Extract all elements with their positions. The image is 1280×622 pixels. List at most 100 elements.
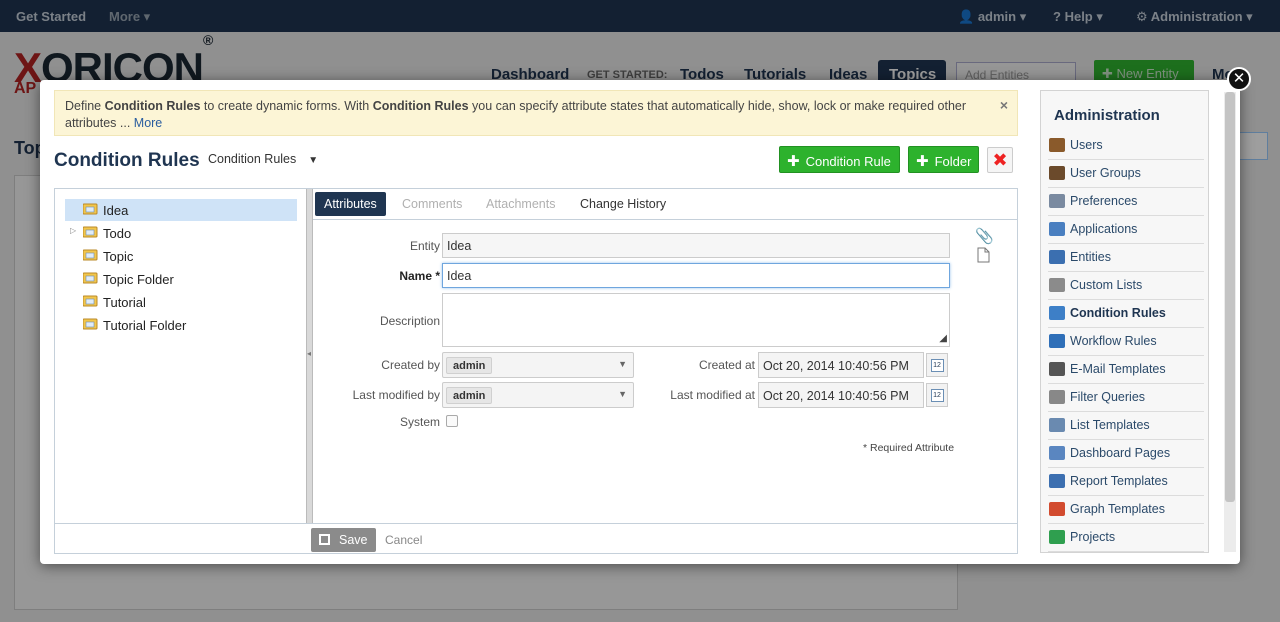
add-folder-button[interactable]: ✚ Folder [908, 146, 979, 173]
calendar-icon[interactable]: 12 [926, 353, 948, 377]
created-at-label: Created at [698, 358, 755, 372]
tree-item-topic[interactable]: Topic [65, 245, 297, 267]
folder-icon [82, 225, 98, 238]
folder-icon [82, 271, 98, 284]
delete-icon: ✖ [992, 150, 1008, 170]
scrollbar-thumb[interactable] [1225, 92, 1235, 502]
entity-field: Idea [442, 233, 950, 258]
last-modified-by-label: Last modified by [352, 388, 440, 402]
tab-comments[interactable]: Comments [393, 192, 471, 216]
sidebar-item-label: E-Mail Templates [1070, 362, 1166, 376]
title-dropdown-label: Condition Rules [208, 152, 297, 166]
sidebar-item-e-mail-templates[interactable]: E-Mail Templates [1048, 357, 1204, 384]
tree-item-label: Tutorial Folder [103, 318, 187, 333]
title-dropdown[interactable]: Condition Rules ▼ [208, 152, 318, 166]
sidebar-item-label: User Groups [1070, 166, 1141, 180]
sidebar-item-graph-templates[interactable]: Graph Templates [1048, 497, 1204, 524]
tab-change-history[interactable]: Change History [571, 192, 675, 216]
condition-rules-dialog: Define Condition Rules to create dynamic… [40, 80, 1240, 564]
tree-item-idea[interactable]: Idea [65, 199, 297, 221]
folder-icon [82, 202, 98, 215]
sidebar-item-label: Entities [1070, 250, 1111, 264]
sidebar-item-dashboard-pages[interactable]: Dashboard Pages [1048, 441, 1204, 468]
document-icon[interactable] [977, 247, 990, 267]
expand-icon[interactable]: ▷ [70, 226, 76, 235]
resize-handle-icon[interactable]: ◢ [939, 333, 947, 344]
sidebar-item-entities[interactable]: Entities [1048, 245, 1204, 272]
projects-icon [1049, 530, 1065, 544]
sidebar-item-custom-lists[interactable]: Custom Lists [1048, 273, 1204, 300]
applications-icon [1049, 222, 1065, 236]
sidebar-item-projects[interactable]: Projects [1048, 525, 1204, 552]
tree-item-tutorial[interactable]: Tutorial [65, 291, 297, 313]
detail-tabs: Attributes Comments Attachments Change H… [313, 189, 1017, 220]
delete-button[interactable]: ✖ [987, 147, 1013, 173]
sidebar-item-users[interactable]: Users [1048, 133, 1204, 160]
pane-splitter[interactable]: ◂ [306, 189, 313, 523]
tree-item-todo[interactable]: ▷ Todo [65, 222, 297, 244]
tree-item-topic-folder[interactable]: Topic Folder [65, 268, 297, 290]
sidebar-item-filter-queries[interactable]: Filter Queries [1048, 385, 1204, 412]
created-at-field[interactable]: Oct 20, 2014 10:40:56 PM [758, 352, 924, 378]
sidebar-item-label: Workflow Rules [1070, 334, 1157, 348]
created-by-label: Created by [381, 358, 440, 372]
add-condition-rule-label: Condition Rule [805, 154, 891, 169]
sidebar-item-workflow-rules[interactable]: Workflow Rules [1048, 329, 1204, 356]
close-icon[interactable]: ✕ [1227, 67, 1251, 91]
tree-item-label: Tutorial [103, 295, 146, 310]
tab-attachments[interactable]: Attachments [477, 192, 564, 216]
caret-down-icon: ▼ [308, 155, 319, 166]
description-input[interactable]: ◢ [442, 293, 950, 347]
sidebar-item-applications[interactable]: Applications [1048, 217, 1204, 244]
dismiss-notice-button[interactable]: × [1000, 97, 1008, 114]
created-by-select[interactable]: admin ▼ [442, 352, 634, 378]
sidebar-item-list-templates[interactable]: List Templates [1048, 413, 1204, 440]
list-templates-icon [1049, 418, 1065, 432]
sidebar-scrollbar[interactable] [1224, 92, 1236, 552]
sidebar-item-preferences[interactable]: Preferences [1048, 189, 1204, 216]
calendar-icon[interactable]: 12 [926, 383, 948, 407]
dialog-title: Condition Rules [54, 150, 200, 171]
entity-tree: Idea ▷ Todo Topic Topic Folder Tutorial [55, 189, 306, 523]
sidebar-item-label: Users [1070, 138, 1103, 152]
chevron-down-icon: ▼ [618, 359, 627, 369]
report-templates-icon [1049, 474, 1065, 488]
save-icon [319, 534, 330, 545]
sidebar-item-label: Projects [1070, 530, 1116, 544]
plus-icon: ✚ [787, 153, 800, 170]
sidebar-item-user-groups[interactable]: User Groups [1048, 161, 1204, 188]
sidebar-item-label: Report Templates [1070, 474, 1168, 488]
sidebar-item-label: Dashboard Pages [1070, 446, 1171, 460]
sidebar-item-label: Condition Rules [1070, 306, 1166, 320]
paperclip-icon[interactable]: 📎 [975, 227, 994, 245]
tree-item-label: Topic [103, 249, 134, 264]
tree-item-tutorial-folder[interactable]: Tutorial Folder [65, 314, 297, 336]
dashboard-pages-icon [1049, 446, 1065, 460]
tree-item-label: Idea [103, 203, 129, 218]
last-modified-by-value: admin [446, 387, 493, 404]
save-button[interactable]: Save [311, 528, 376, 552]
custom-lists-icon [1049, 278, 1065, 292]
tab-attributes[interactable]: Attributes [315, 192, 386, 216]
administration-sidebar: Administration Users User Groups Preferenc… [1040, 90, 1209, 553]
system-checkbox[interactable] [446, 415, 458, 427]
work-area: Idea ▷ Todo Topic Topic Folder Tutorial [54, 188, 1018, 554]
last-modified-by-select[interactable]: admin ▼ [442, 382, 634, 408]
sidebar-item-report-templates[interactable]: Report Templates [1048, 469, 1204, 496]
info-notice: Define Condition Rules to create dynamic… [54, 90, 1018, 136]
name-label: Name * [399, 269, 440, 283]
filter-queries-icon [1049, 390, 1065, 404]
cancel-button[interactable]: Cancel [385, 533, 422, 547]
sidebar-item-label: Preferences [1070, 194, 1138, 208]
sidebar-item-label: Filter Queries [1070, 390, 1146, 404]
detail-pane: Attributes Comments Attachments Change H… [313, 189, 1017, 523]
tree-item-label: Todo [103, 226, 132, 241]
notice-more-link[interactable]: More [134, 116, 162, 130]
plus-icon: ✚ [916, 153, 929, 170]
graph-templates-icon [1049, 502, 1065, 516]
sidebar-item-condition-rules[interactable]: Condition Rules [1048, 301, 1204, 328]
add-condition-rule-button[interactable]: ✚ Condition Rule [779, 146, 900, 173]
folder-icon [82, 294, 98, 307]
name-input[interactable]: Idea [442, 263, 950, 288]
last-modified-at-field[interactable]: Oct 20, 2014 10:40:56 PM [758, 382, 924, 408]
